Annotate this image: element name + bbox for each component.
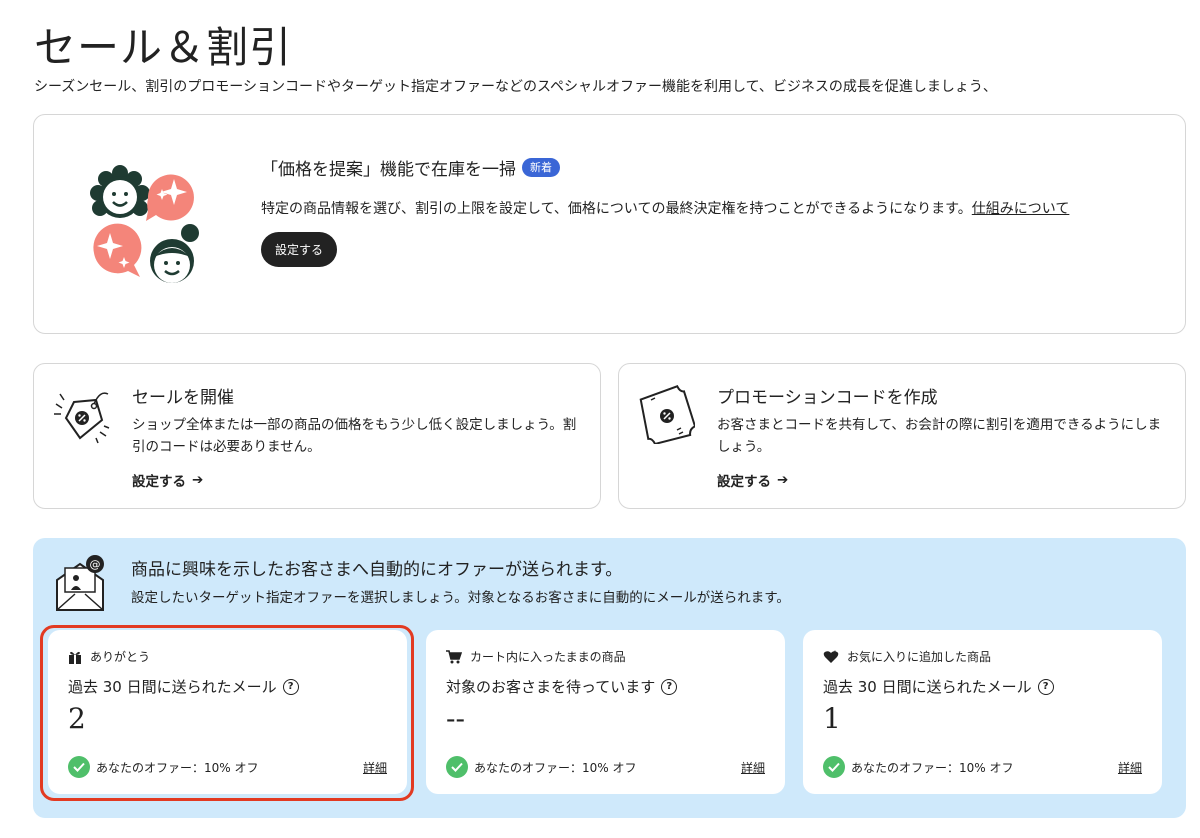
automatic-offers-panel: @ 商品に興味を示したお客さまへ自動的にオファーが送られます。 設定したいターゲ…: [33, 538, 1186, 818]
offer-metric-label: 過去 30 日間に送られたメール: [823, 678, 1032, 696]
heart-icon: [823, 649, 839, 663]
gift-icon: [69, 651, 81, 664]
abandoned-cart-offer-card[interactable]: カート内に入ったままの商品 対象のお客さまを待っています ? -- あなたのオフ…: [426, 630, 785, 794]
help-icon[interactable]: ?: [661, 678, 678, 695]
promo-setup-label: 設定する: [717, 474, 771, 490]
check-icon: [823, 756, 845, 778]
check-icon: [446, 756, 468, 778]
offer-metric-value: 2: [68, 702, 86, 735]
arrow-right-icon: ➔: [192, 472, 204, 488]
offer-status-text: あなたのオファー：10% オフ: [851, 760, 1014, 775]
price-tag-icon: [54, 392, 110, 444]
setup-button[interactable]: 設定する: [261, 232, 338, 267]
offer-metric-label: 過去 30 日間に送られたメール: [68, 678, 277, 696]
page-subtitle: シーズンセール、割引のプロモーションコードやターゲット指定オファーなどのスペシャ…: [34, 79, 997, 95]
promo-setup-link[interactable]: 設定する ➔: [717, 470, 788, 490]
promo-description: お客さまとコードを共有して、お会計の際に割引を適用できるようにしましょう。: [717, 417, 1162, 455]
how-it-works-link[interactable]: 仕組みについて: [972, 201, 1070, 217]
offer-status-text: あなたのオファー：10% オフ: [474, 760, 637, 775]
sale-setup-link[interactable]: 設定する ➔: [132, 470, 203, 490]
offer-metric-label: 対象のお客さまを待っています: [446, 678, 656, 696]
offer-details-link[interactable]: 詳細: [1118, 759, 1142, 776]
auto-offers-description: 設定したいターゲット指定オファーを選択しましょう。対象となるお客さまに自動的にメ…: [131, 590, 790, 606]
sale-card[interactable]: セールを開催 ショップ全体または一部の商品の価格をもう少し低く設定しましょう。割…: [33, 363, 601, 509]
arrow-right-icon: ➔: [777, 472, 789, 488]
hero-description: 特定の商品情報を選び、割引の上限を設定して、価格についての最終決定権を持つことが…: [261, 201, 972, 217]
sale-description: ショップ全体または一部の商品の価格をもう少し低く設定しましょう。割引のコードは必…: [132, 417, 577, 455]
promo-title: プロモーションコードを作成: [717, 388, 938, 408]
chat-faces-illustration: [90, 165, 199, 283]
new-badge: 新着: [522, 158, 560, 177]
check-icon: [68, 756, 90, 778]
sale-title: セールを開催: [132, 388, 234, 408]
coupon-ticket-icon: [639, 385, 695, 444]
offer-proposal-card: 「価格を提案」機能で在庫を一掃 新着 特定の商品情報を選び、割引の上限を設定して…: [33, 114, 1186, 334]
page-title: セール＆割引: [34, 23, 293, 72]
offer-metric-value: --: [446, 702, 465, 735]
offer-label: カート内に入ったままの商品: [470, 650, 626, 664]
offer-status-text: あなたのオファー：10% オフ: [96, 760, 259, 775]
favorited-item-offer-card[interactable]: お気に入りに追加した商品 過去 30 日間に送られたメール ? 1 あなたのオフ…: [803, 630, 1162, 794]
offer-details-link[interactable]: 詳細: [741, 759, 765, 776]
offer-label: お気に入りに追加した商品: [847, 650, 992, 664]
thank-you-offer-card[interactable]: ありがとう 過去 30 日間に送られたメール ? 2 あなたのオファー：10% …: [48, 630, 407, 794]
offer-metric-value: 1: [823, 702, 841, 735]
cart-icon: [446, 649, 462, 663]
auto-offers-title: 商品に興味を示したお客さまへ自動的にオファーが送られます。: [131, 560, 623, 580]
help-icon[interactable]: ?: [1037, 678, 1054, 695]
svg-text:@: @: [90, 558, 101, 571]
offer-details-link[interactable]: 詳細: [363, 759, 387, 776]
offer-label: ありがとう: [90, 650, 151, 664]
sale-setup-label: 設定する: [132, 474, 186, 490]
email-offer-icon: @: [56, 555, 104, 611]
help-icon[interactable]: ?: [282, 678, 299, 695]
hero-title: 「価格を提案」機能で在庫を一掃: [261, 160, 516, 180]
promo-code-card[interactable]: プロモーションコードを作成 お客さまとコードを共有して、お会計の際に割引を適用で…: [618, 363, 1186, 509]
